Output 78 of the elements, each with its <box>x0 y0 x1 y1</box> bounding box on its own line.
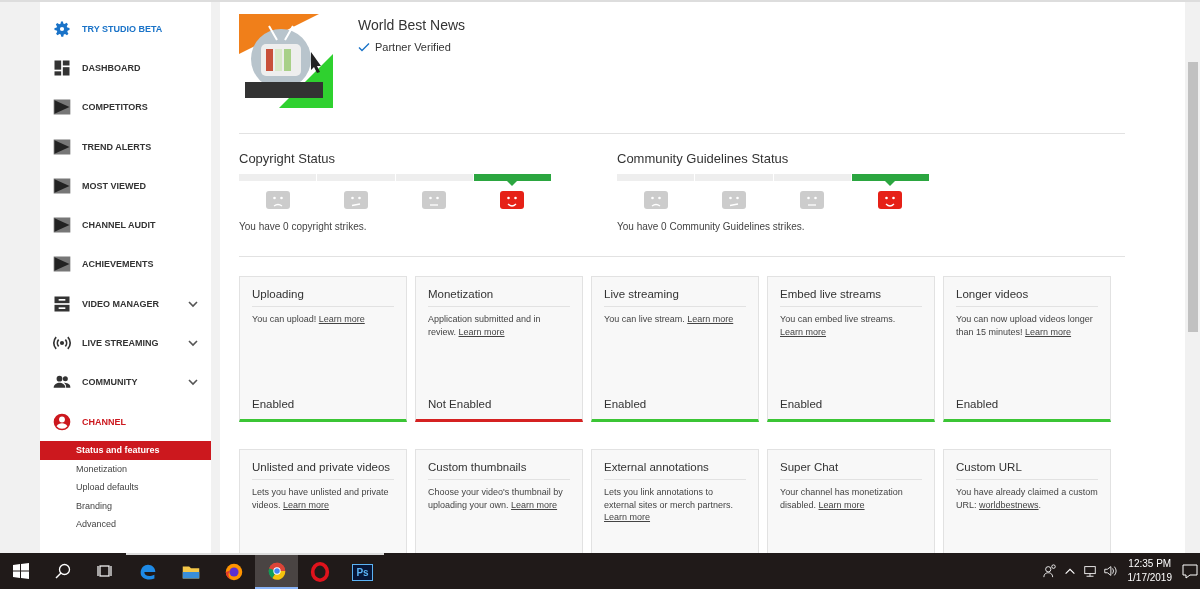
feature-title: Longer videos <box>956 288 1098 307</box>
sidebar-item[interactable]: CHANNEL AUDIT <box>40 205 211 245</box>
play-flag-icon <box>52 215 72 236</box>
volume-icon <box>1102 564 1117 578</box>
feature-title: External annotations <box>604 461 746 480</box>
learn-more-link[interactable]: Learn more <box>818 499 865 510</box>
feature-title: Embed live streams <box>780 288 922 307</box>
status-title: Community Guidelines Status <box>617 151 790 166</box>
chevron-down-icon <box>187 337 199 349</box>
clock[interactable]: 12:35 PM 1/17/2019 <box>1119 557 1180 585</box>
sidebar-item[interactable]: TREND ALERTS <box>40 126 211 167</box>
verified-label: Partner Verified <box>375 41 451 53</box>
scroll-thumb[interactable] <box>1188 62 1198 332</box>
sidebar-item[interactable]: MOST VIEWED <box>40 166 211 206</box>
feature-status: Not Enabled <box>428 398 492 410</box>
sidebar-item[interactable]: ACHIEVEMENTS <box>40 244 211 285</box>
feature-status: Enabled <box>252 398 295 410</box>
feature-title: Uploading <box>252 288 394 307</box>
message-icon <box>1182 563 1198 579</box>
play-flag-icon <box>52 254 72 275</box>
sidebar-item[interactable]: TRY STUDIO BETA <box>40 9 211 49</box>
ps-logo: Ps <box>352 563 373 581</box>
feature-status: Enabled <box>956 398 999 410</box>
play-flag-icon <box>52 97 72 118</box>
learn-more-link[interactable]: Learn more <box>687 314 734 324</box>
taskbar-app[interactable] <box>255 553 298 589</box>
learn-more-link[interactable]: Learn more <box>780 326 827 337</box>
people-tray-icon <box>1042 564 1057 578</box>
feature-status: Enabled <box>780 398 823 410</box>
feature-description: Application submitted and in review. Learn more <box>428 313 542 338</box>
ring-o-icon <box>308 561 331 583</box>
sidebar-item[interactable]: VIDEO MANAGER <box>40 284 211 324</box>
sidebar-subitem[interactable]: Advanced <box>40 515 211 534</box>
checkmark-icon <box>358 41 370 53</box>
windows-icon <box>13 563 29 579</box>
learn-more-link[interactable]: Learn more <box>318 314 365 324</box>
feature-description: You can live stream. Learn more <box>604 313 735 326</box>
feature-description: You can now upload videos longer than 15 minutes! Learn more <box>956 313 1094 338</box>
feature-description: You can embed live streams. Learn more <box>780 313 897 338</box>
status-message: You have 0 Community Guidelines strikes. <box>617 221 806 232</box>
learn-more-link[interactable]: Learn more <box>604 512 651 522</box>
feature-title: Custom URL <box>956 461 1098 480</box>
feature-title: Custom thumbnails <box>428 461 570 480</box>
task-view-icon <box>97 563 113 579</box>
feature-title: Monetization <box>428 288 570 307</box>
status-title: Copyright Status <box>239 151 337 166</box>
learn-more-link[interactable]: worldbestnews <box>979 499 1039 510</box>
feature-description: You have already claimed a custom URL: worldbestnews. <box>956 486 1098 511</box>
taskbar-app[interactable]: Ps <box>341 553 384 589</box>
sidebar-item[interactable]: LIVE STREAMING <box>40 323 211 363</box>
feature-description: You can upload! Learn more <box>252 313 366 326</box>
clock-date: 1/17/2019 <box>1127 571 1172 585</box>
account-icon <box>52 411 72 432</box>
feature-title: Unlisted and private videos <box>252 461 394 480</box>
feature-title: Live streaming <box>604 288 746 307</box>
feature-status: Enabled <box>604 398 647 410</box>
sidebar-subitem[interactable]: Monetization <box>40 459 211 479</box>
learn-more-link[interactable]: Learn more <box>458 326 505 337</box>
sidebar-item[interactable]: DASHBOARD <box>40 48 211 88</box>
sidebar-subitem[interactable]: Branding <box>40 496 211 516</box>
learn-more-link[interactable]: Learn more <box>283 499 330 510</box>
clock-time: 12:35 PM <box>1127 557 1172 571</box>
feature-description: Choose your video's thumbnail by uploading your own. Learn more <box>428 486 564 511</box>
channel-name: World Best News <box>358 17 466 33</box>
learn-more-link[interactable]: Learn more <box>1025 326 1072 337</box>
feature-description: Lets you link annotations to external sites or merch partners. Learn more <box>604 486 735 524</box>
feature-title: Super Chat <box>780 461 922 480</box>
network-icon <box>1082 564 1097 578</box>
learn-more-link[interactable]: Learn more <box>511 499 558 510</box>
sidebar-item[interactable]: CHANNEL <box>40 401 211 442</box>
sidebar-item[interactable]: COMMUNITY <box>40 362 211 402</box>
sidebar-subitem[interactable]: Status and features <box>40 441 211 460</box>
status-message: You have 0 copyright strikes. <box>239 221 368 232</box>
search-icon <box>55 563 71 579</box>
sidebar-item[interactable]: COMPETITORS <box>40 87 211 127</box>
sidebar-subitem[interactable]: Upload defaults <box>40 478 211 497</box>
feature-description: Your channel has monetization disabled. Learn more <box>780 486 904 511</box>
feature-description: Lets you have unlisted and private videos. Learn more <box>252 486 390 511</box>
